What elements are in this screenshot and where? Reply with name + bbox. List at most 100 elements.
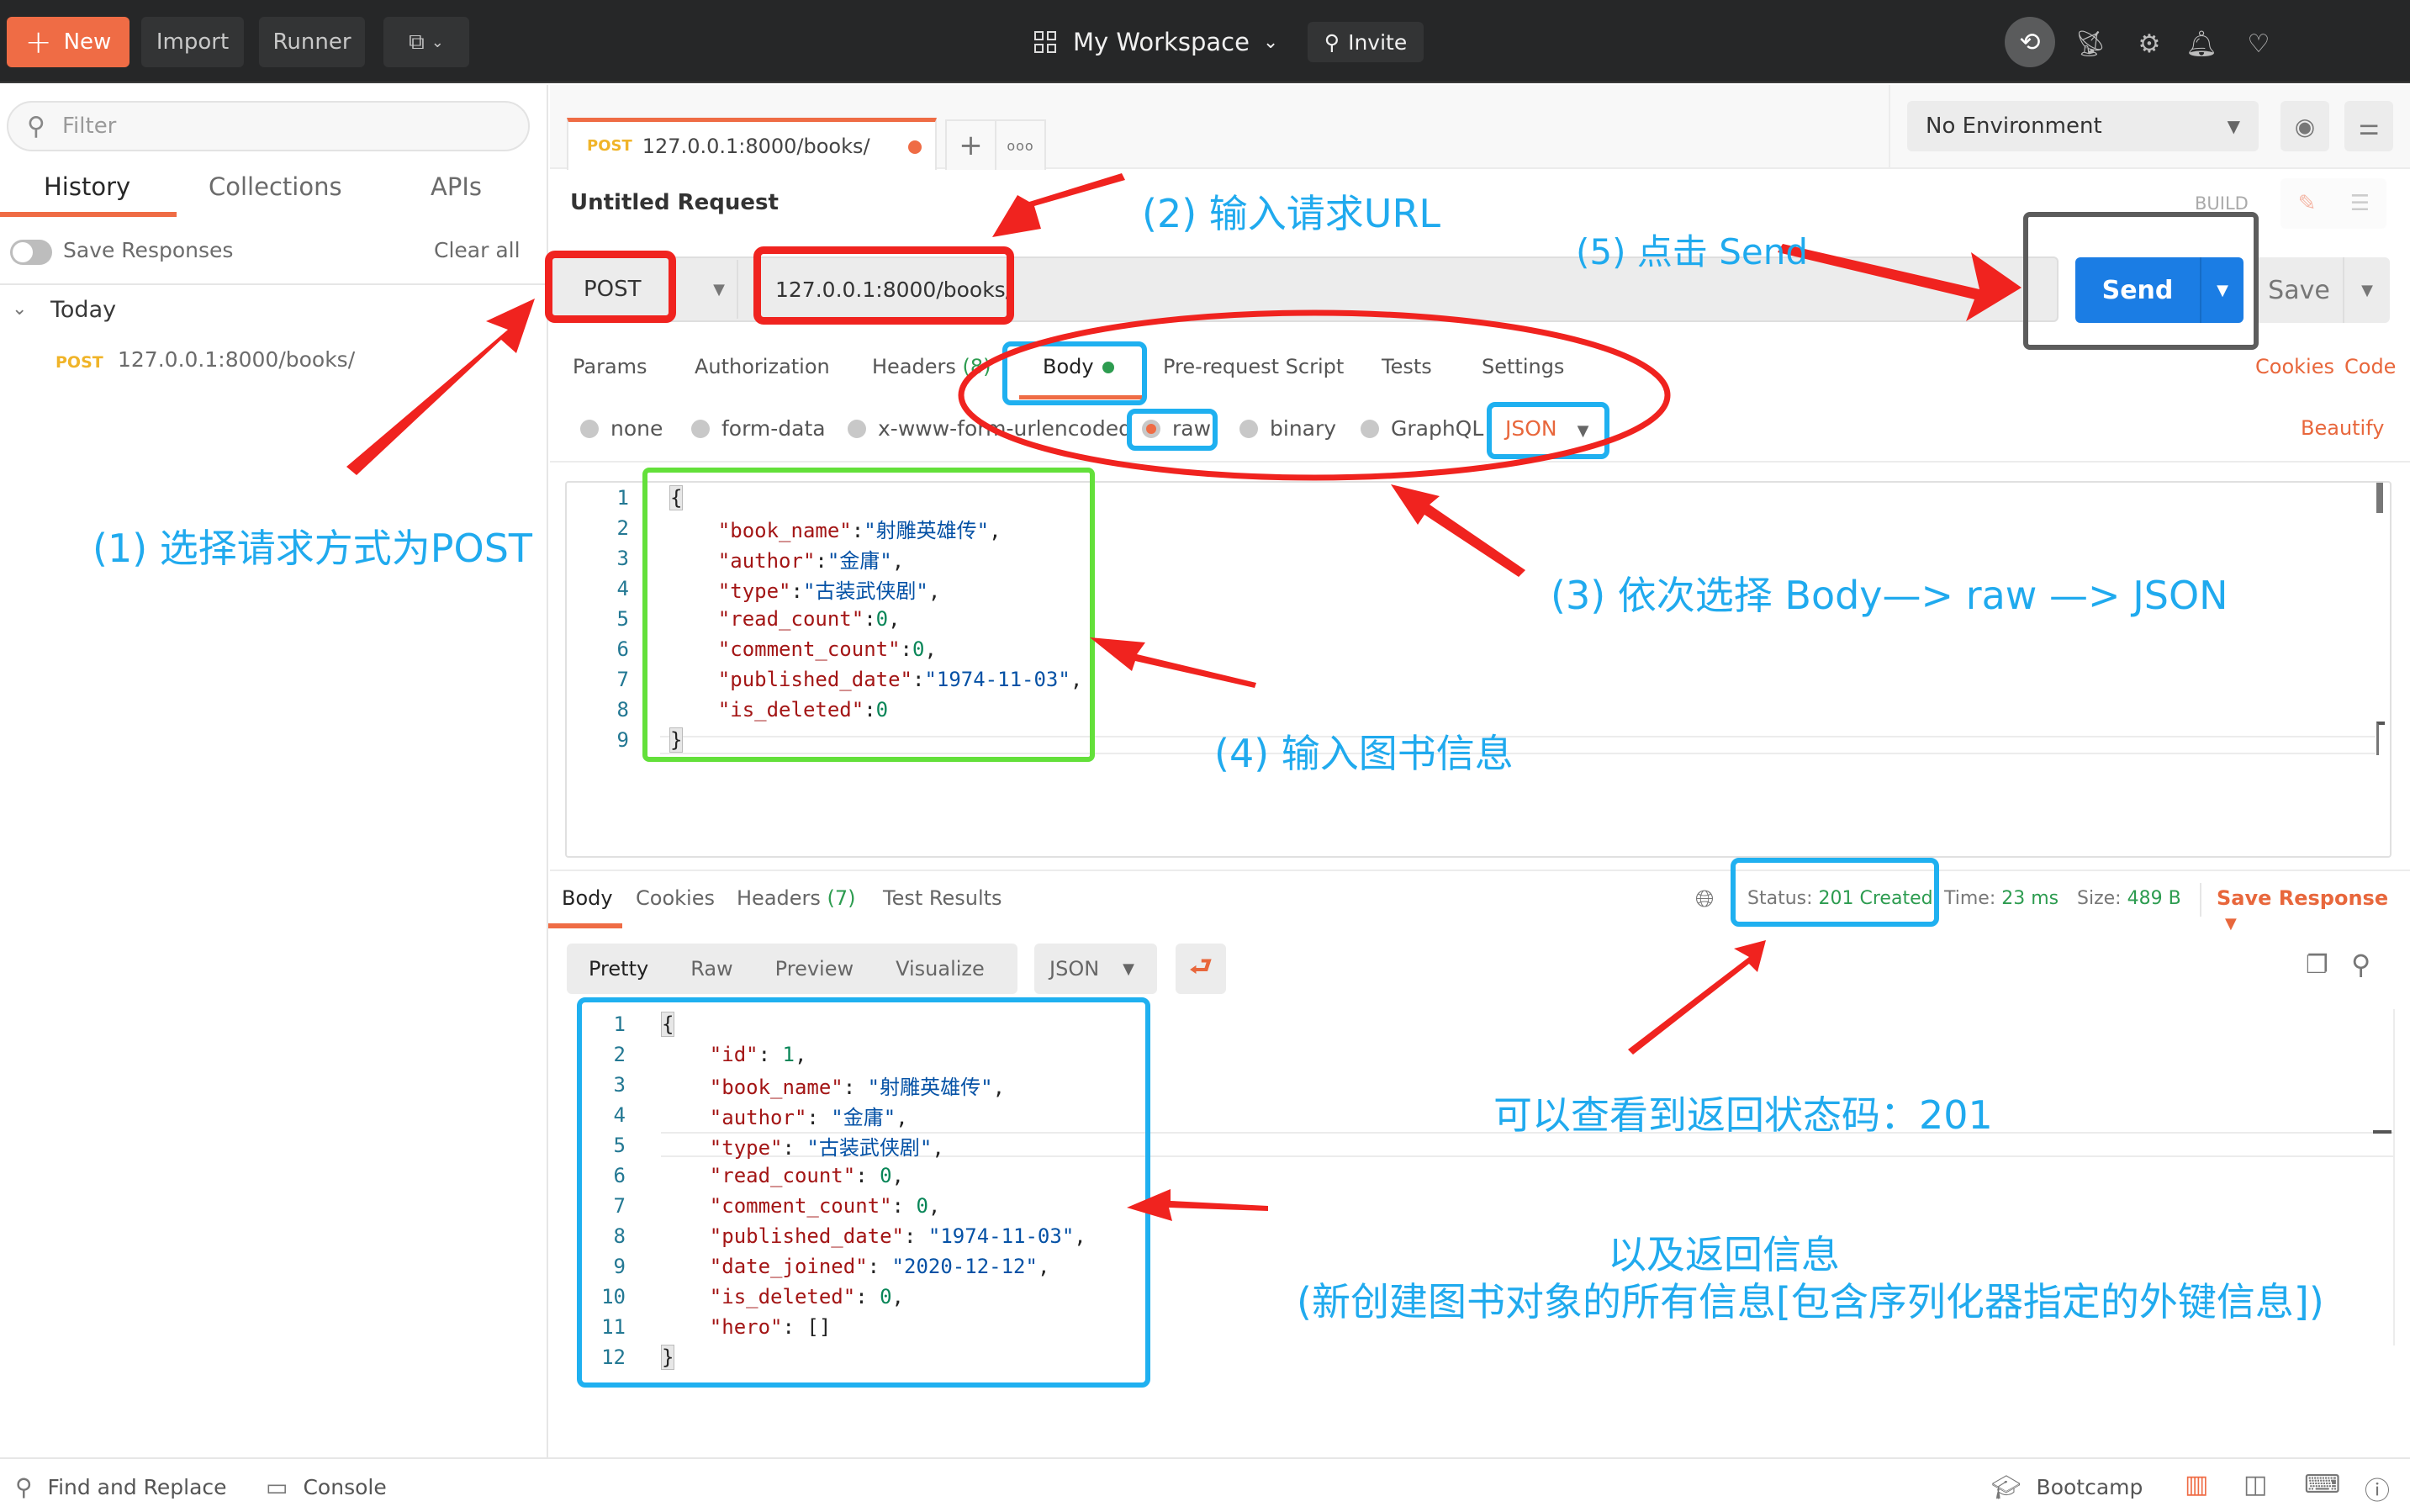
divider [550, 870, 2410, 871]
find-replace-button[interactable]: ⚲ Find and Replace [15, 1473, 227, 1501]
response-tab-test-results[interactable]: Test Results [883, 886, 1002, 910]
copy-icon[interactable]: ❐ [2306, 950, 2328, 980]
radio-none[interactable]: none [580, 416, 663, 441]
tab-headers[interactable]: Headers (8) [872, 355, 991, 378]
scrollbar[interactable] [2373, 1130, 2392, 1134]
invite-button[interactable]: ⚲ Invite [1308, 22, 1424, 62]
console-button[interactable]: ▭ Console [266, 1473, 387, 1501]
response-tab-body[interactable]: Body [562, 886, 613, 910]
filter-placeholder: Filter [61, 114, 117, 139]
caret-down-icon: ▼ [2225, 915, 2237, 933]
sliders-icon[interactable]: ⚌ [2344, 101, 2393, 151]
tab-method: POST [587, 137, 632, 155]
save-responses-toggle[interactable] [10, 240, 52, 265]
import-button[interactable]: Import [141, 17, 244, 67]
line-number: 7 [616, 668, 629, 691]
filter-input[interactable]: ⚲ Filter [7, 101, 530, 151]
beautify-button[interactable]: Beautify [2301, 416, 2384, 440]
view-visualize[interactable]: Visualize [896, 957, 985, 981]
caret-down-icon: ▼ [713, 280, 725, 299]
sync-off-icon[interactable]: ⟲ [2005, 17, 2055, 67]
eye-icon[interactable]: ◉ [2281, 101, 2329, 151]
invite-label: Invite [1348, 29, 1408, 55]
search-icon[interactable]: ⚲ [2351, 949, 2370, 981]
annotation-box-json [1487, 402, 1609, 459]
radio-binary[interactable]: binary [1239, 416, 1336, 441]
add-tab-button[interactable]: + [947, 121, 996, 170]
tab-params[interactable]: Params [573, 355, 647, 378]
resize-handle[interactable] [2376, 722, 2385, 755]
comment-icon[interactable]: ☰ [2333, 178, 2386, 229]
satellite-icon[interactable]: 📡︎ [2069, 22, 2112, 66]
new-window-button[interactable]: ⧉ ⌄ [383, 17, 469, 67]
more-tabs-button[interactable]: ooo [996, 121, 1044, 170]
line-number: 4 [616, 577, 629, 600]
radio-graphql[interactable]: GraphQL [1361, 416, 1483, 441]
response-format-select[interactable]: JSON ▼ [1034, 944, 1157, 994]
keyboard-icon[interactable]: ⌨ [2304, 1470, 2340, 1499]
wrap-lines-icon[interactable]: ⮐ [1176, 944, 1226, 994]
graduation-cap-icon: 🎓︎ [1991, 1473, 2022, 1501]
pencil-icon[interactable]: ✎ [2281, 178, 2333, 229]
runner-button[interactable]: Runner [259, 17, 365, 67]
active-tab-underline [0, 212, 177, 217]
heart-icon[interactable]: ♡ [2237, 22, 2281, 66]
cookies-link[interactable]: Cookies [2255, 355, 2334, 378]
clear-all-button[interactable]: Clear all [434, 238, 521, 262]
console-icon: ▭ [266, 1473, 288, 1501]
annotation-status-note: 可以查看到返回状态码：201 [1493, 1092, 1993, 1138]
save-response-button[interactable]: Save Response ▼ [2217, 886, 2410, 933]
chevron-down-icon[interactable]: ⌄ [12, 299, 27, 320]
tab-authorization[interactable]: Authorization [695, 355, 830, 378]
divider [550, 461, 2410, 463]
caret-down-icon: ▼ [2227, 116, 2240, 136]
history-item[interactable]: 127.0.0.1:8000/books/ [118, 347, 355, 372]
bell-icon[interactable]: 🔔︎ [2180, 22, 2223, 66]
view-preview[interactable]: Preview [775, 957, 854, 981]
sidebar-tab-apis[interactable]: APIs [431, 172, 482, 201]
annotation-return-detail: (新创建图书对象的所有信息[包含序列化器指定的外键信息]) [1297, 1279, 2324, 1324]
request-title[interactable]: Untitled Request [570, 190, 779, 215]
sidebar-tab-history[interactable]: History [44, 172, 130, 201]
tab-tests[interactable]: Tests [1382, 355, 1432, 378]
plus-icon: + [24, 24, 52, 61]
response-tab-headers-count: (7) [827, 886, 856, 910]
annotation-box-response-body [577, 997, 1150, 1388]
workspace-switcher[interactable]: My Workspace ⌄ [1034, 20, 1278, 64]
radio-x-www-form-urlencoded[interactable]: x-www-form-urlencoded [848, 416, 1132, 441]
save-button[interactable]: Save ▼ [2255, 257, 2390, 323]
gear-icon[interactable]: ⚙ [2127, 22, 2171, 66]
radio-circle [691, 419, 710, 438]
request-tab[interactable]: POST 127.0.0.1:8000/books/ [567, 118, 937, 170]
response-view-switcher: Pretty Raw Preview Visualize [567, 944, 1017, 994]
environment-select[interactable]: No Environment ▼ [1907, 101, 2259, 151]
tab-settings[interactable]: Settings [1482, 355, 1564, 378]
code-link[interactable]: Code [2344, 355, 2396, 378]
response-time: Time: 23 ms [1944, 888, 2059, 909]
history-group-today[interactable]: Today [50, 297, 116, 323]
environment-value: No Environment [1926, 114, 2102, 139]
help-icon[interactable]: ⓘ [2365, 1470, 2390, 1507]
bootcamp-button[interactable]: 🎓︎ Bootcamp [1991, 1473, 2143, 1501]
add-user-icon: ⚲ [1324, 29, 1340, 55]
radio-circle [580, 419, 599, 438]
new-button[interactable]: + New [7, 17, 129, 67]
scrollbar[interactable] [2376, 483, 2383, 513]
response-tab-headers-label: Headers [737, 886, 821, 910]
response-tab-headers[interactable]: Headers (7) [737, 886, 856, 910]
save-dropdown-icon[interactable]: ▼ [2344, 257, 2390, 323]
radio-form-data[interactable]: form-data [691, 416, 826, 441]
sidebar-tab-collections[interactable]: Collections [209, 172, 342, 201]
view-pretty[interactable]: Pretty [589, 957, 648, 981]
tab-actions: + ooo [945, 119, 1046, 170]
response-tab-cookies[interactable]: Cookies [636, 886, 715, 910]
response-size: Size: 489 B [2077, 888, 2181, 909]
sidebar [0, 85, 548, 1457]
two-pane-view-icon[interactable]: ▥ [2185, 1470, 2208, 1499]
caret-down-icon: ▼ [1123, 960, 1134, 978]
view-raw[interactable]: Raw [690, 957, 732, 981]
annotation-box-request-body [642, 468, 1095, 762]
tab-pre-request-script[interactable]: Pre-request Script [1163, 355, 1344, 378]
globe-icon[interactable]: 🌐︎ [1695, 885, 1714, 913]
split-view-icon[interactable]: ◫ [2244, 1470, 2267, 1499]
